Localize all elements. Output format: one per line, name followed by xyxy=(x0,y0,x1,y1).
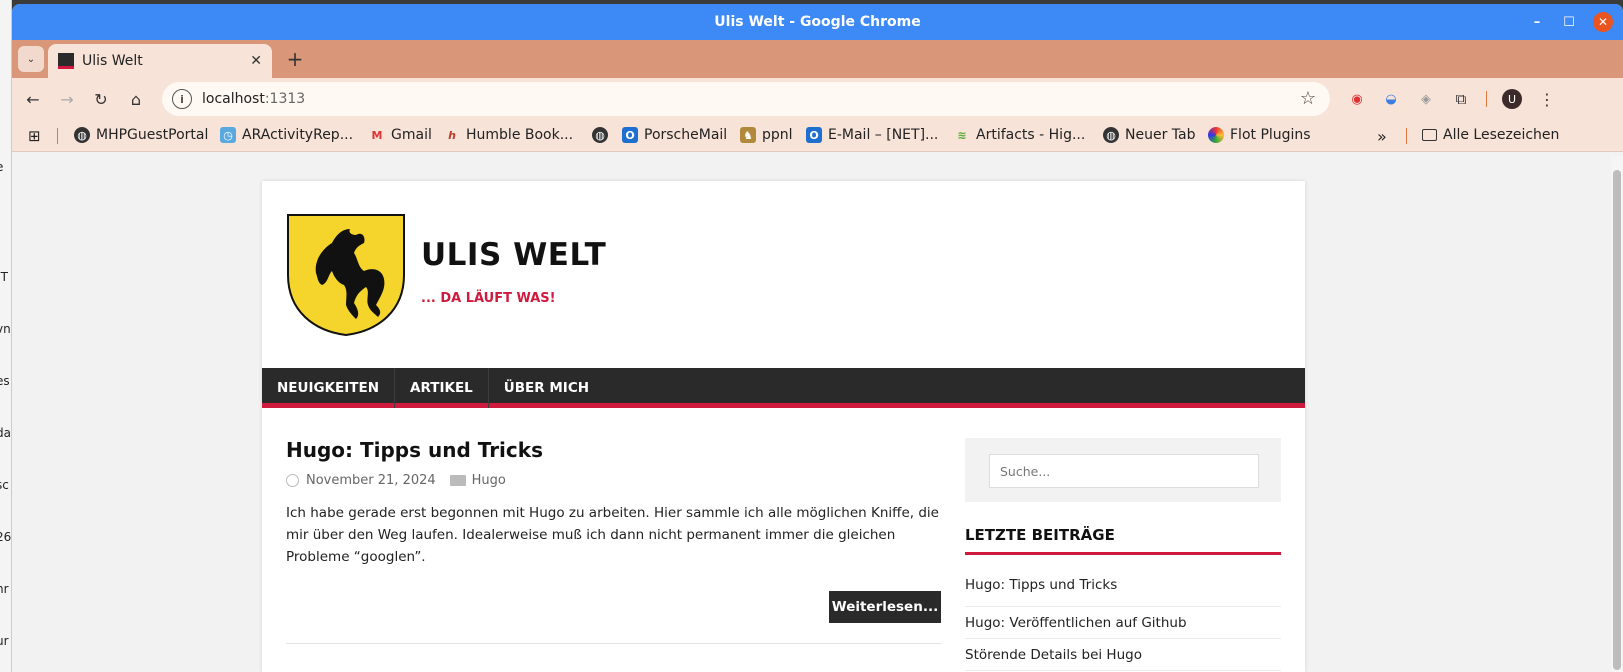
globe-icon: ◍ xyxy=(592,127,608,143)
post-meta: November 21, 2024 Hugo xyxy=(286,473,941,488)
site-tagline: ... DA LÄUFT WAS! xyxy=(421,291,556,306)
folder-icon xyxy=(449,475,466,486)
minimize-icon[interactable]: – xyxy=(1525,10,1549,34)
nav-item-neuigkeiten[interactable]: NEUIGKEITEN xyxy=(262,368,396,408)
search-input[interactable]: Suche... xyxy=(989,454,1259,488)
post-date: November 21, 2024 xyxy=(306,473,436,488)
gmail-icon: M xyxy=(371,128,383,142)
address-bar[interactable]: i localhost:1313 ☆ xyxy=(162,82,1330,116)
post-title[interactable]: Hugo: Tipps und Tricks xyxy=(286,438,941,462)
folder-icon xyxy=(1422,129,1437,141)
bookmark-item[interactable]: O PorscheMail xyxy=(622,127,727,143)
recent-posts-title: LETZTE BEITRÄGE xyxy=(965,526,1281,555)
forward-icon[interactable]: → xyxy=(54,86,80,112)
site-container: ULIS WELT ... DA LÄUFT WAS! NEUIGKEITEN … xyxy=(262,181,1305,672)
maximize-icon[interactable]: ☐ xyxy=(1557,10,1581,34)
more-bookmarks-icon[interactable]: » xyxy=(1377,127,1387,146)
toolbar: ← → ↻ ⌂ i localhost:1313 ☆ ◉ ◒ ◈ ⧉ U ⋮ xyxy=(12,78,1623,120)
list-item[interactable]: Störende Details bei Hugo xyxy=(965,639,1281,671)
close-window-icon[interactable]: ✕ xyxy=(1593,12,1613,32)
title-bar: Ulis Welt - Google Chrome – ☐ ✕ xyxy=(12,4,1623,40)
all-bookmarks[interactable]: Alle Lesezeichen xyxy=(1422,127,1559,143)
list-item[interactable]: Hugo: Veröffentlichen auf Github xyxy=(965,607,1281,639)
site-title[interactable]: ULIS WELT xyxy=(421,237,606,273)
globe-icon: ◍ xyxy=(1103,127,1119,143)
scrollbar-thumb[interactable] xyxy=(1613,170,1621,670)
bookmark-item[interactable]: ♞ ppnl xyxy=(740,127,793,143)
avatar: U xyxy=(1502,89,1522,109)
extension-1-icon[interactable]: ◉ xyxy=(1346,88,1368,110)
search-widget: Suche... xyxy=(965,438,1281,502)
read-more-button[interactable]: Weiterlesen... xyxy=(829,591,941,623)
post-category[interactable]: Hugo xyxy=(472,473,506,488)
bookmark-item[interactable]: ≋ Artifacts - Hig... xyxy=(954,127,1085,143)
clock-icon xyxy=(286,474,299,487)
bookmark-item[interactable]: ◍ Neuer Tab xyxy=(1103,127,1195,143)
page-viewport: ULIS WELT ... DA LÄUFT WAS! NEUIGKEITEN … xyxy=(12,156,1623,672)
extensions-puzzle-icon[interactable]: ⧉ xyxy=(1450,88,1472,110)
background-window: e [T vn es da sc 26 nr ur xyxy=(0,0,12,672)
divider xyxy=(286,643,941,644)
apps-grid-icon[interactable]: ⊞ xyxy=(28,127,41,145)
post-excerpt-text: Ich habe gerade erst begonnen mit Hugo z… xyxy=(286,505,939,565)
porsche-icon: ♞ xyxy=(740,127,756,143)
globe-icon: ◍ xyxy=(74,127,90,143)
list-item[interactable]: Hugo: Tipps und Tricks xyxy=(965,575,1281,607)
bookmark-item[interactable]: O E-Mail – [NET]... xyxy=(806,127,938,143)
url-text: localhost:1313 xyxy=(202,91,306,107)
flot-icon xyxy=(1208,127,1224,143)
favicon-icon xyxy=(58,53,74,69)
bookmarks-bar: ⊞ ◍ MHPGuestPortal ◷ ARActivityRep... M Gma… xyxy=(12,120,1623,152)
tab-search-button[interactable]: ⌄ xyxy=(18,46,44,72)
extension-2-icon[interactable]: ◒ xyxy=(1380,88,1402,110)
nav-item-artikel[interactable]: ARTIKEL xyxy=(395,368,489,408)
bookmark-item[interactable]: h Humble Book... xyxy=(444,127,573,143)
reload-icon[interactable]: ↻ xyxy=(88,86,114,112)
profile-button[interactable]: U xyxy=(1501,88,1523,110)
bookmark-item[interactable]: ◍ MHPGuestPortal xyxy=(74,127,208,143)
scrollbar[interactable] xyxy=(1611,156,1623,672)
tab-strip: ⌄ Ulis Welt ✕ + xyxy=(12,40,1623,78)
bookmark-item[interactable]: ◷ ARActivityRep... xyxy=(220,127,353,143)
browser-window: Ulis Welt - Google Chrome – ☐ ✕ ⌄ Ulis W… xyxy=(12,4,1623,672)
back-icon[interactable]: ← xyxy=(20,86,46,112)
outlook-icon: O xyxy=(806,127,822,143)
new-tab-button[interactable]: + xyxy=(282,46,308,72)
clock-icon: ◷ xyxy=(220,127,236,143)
tab-ulis-welt[interactable]: Ulis Welt ✕ xyxy=(48,44,272,78)
stuttgart-crest-logo[interactable] xyxy=(286,213,406,337)
extension-3-icon[interactable]: ◈ xyxy=(1415,88,1437,110)
bookmark-item[interactable]: M Gmail xyxy=(369,127,432,143)
bookmark-item[interactable]: Flot Plugins xyxy=(1208,127,1311,143)
tab-title: Ulis Welt xyxy=(82,53,143,69)
close-tab-icon[interactable]: ✕ xyxy=(250,53,262,69)
main-navigation: NEUIGKEITEN ARTIKEL ÜBER MICH xyxy=(262,368,1305,408)
bookmark-star-icon[interactable]: ☆ xyxy=(1300,88,1316,109)
menu-kebab-icon[interactable]: ⋮ xyxy=(1536,88,1558,110)
artifacts-icon: ≋ xyxy=(957,128,967,142)
window-title: Ulis Welt - Google Chrome xyxy=(714,14,921,30)
home-icon[interactable]: ⌂ xyxy=(123,86,149,112)
recent-posts-list: Hugo: Tipps und Tricks Hugo: Veröffentli… xyxy=(965,575,1281,671)
nav-item-ueber-mich[interactable]: ÜBER MICH xyxy=(489,368,604,408)
humble-icon: h xyxy=(448,128,456,142)
bookmark-item[interactable]: ◍ xyxy=(592,127,614,143)
post-excerpt: Hugo: Tipps und Tricks November 21, 2024… xyxy=(286,438,941,568)
site-info-icon[interactable]: i xyxy=(172,89,192,109)
outlook-icon: O xyxy=(622,127,638,143)
